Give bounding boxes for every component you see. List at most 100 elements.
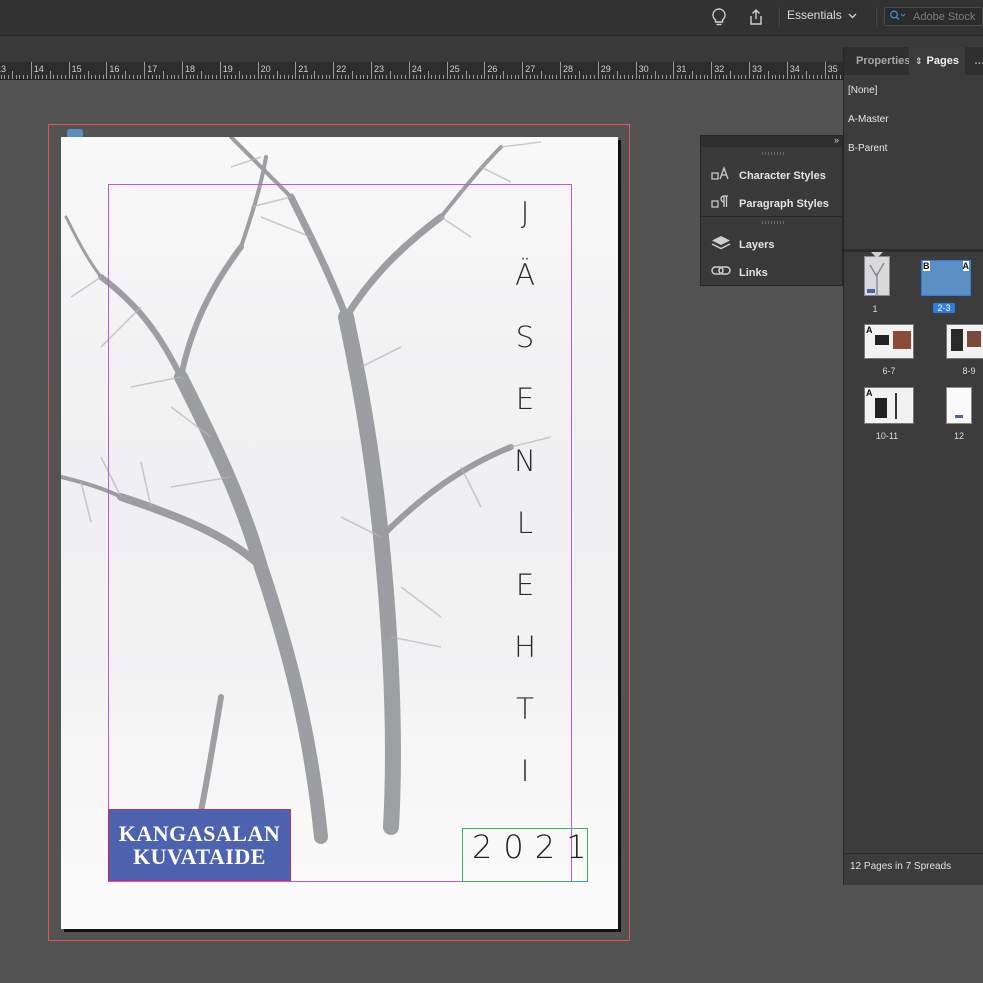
- ruler-number: 32: [714, 64, 725, 74]
- page-thumb-12[interactable]: [946, 387, 972, 424]
- ruler-minor-tick: [170, 75, 172, 79]
- ruler-minor-tick: [253, 75, 255, 79]
- share-icon[interactable]: [745, 6, 767, 28]
- ruler-minor-tick: [423, 75, 425, 79]
- drag-grip[interactable]: [762, 152, 784, 155]
- ruler-minor-tick: [193, 75, 195, 79]
- ruler-minor-tick: [442, 75, 444, 79]
- page-thumb-8-9[interactable]: [946, 324, 983, 359]
- ruler-minor-tick: [779, 75, 781, 79]
- pages-panel: Properties ⇕ Pages … [None] A-Master B-P…: [843, 47, 983, 885]
- title-letter: J: [520, 196, 530, 230]
- pages-count-status: 12 Pages in 7 Spreads: [850, 861, 952, 872]
- tab-pages[interactable]: ⇕ Pages: [909, 47, 965, 75]
- master-a[interactable]: A-Master: [848, 114, 889, 125]
- search-icon: [889, 10, 909, 24]
- ruler-tick: [257, 62, 259, 79]
- ruler-minor-tick: [121, 75, 123, 79]
- ruler-minor-tick: [835, 75, 837, 79]
- paragraph-styles-button[interactable]: Paragraph Styles: [711, 194, 829, 213]
- master-none[interactable]: [None]: [848, 85, 877, 96]
- ruler-minor-tick: [639, 75, 641, 79]
- layers-icon: [711, 235, 731, 254]
- ruler-minor-tick: [654, 71, 656, 79]
- tab-pages-label: Pages: [926, 55, 959, 67]
- ruler-minor-tick: [794, 75, 796, 79]
- ruler-minor-tick: [548, 75, 550, 79]
- page-label-10-11[interactable]: 10-11: [872, 431, 902, 441]
- ruler-minor-tick: [23, 75, 25, 79]
- ruler-minor-tick: [166, 75, 168, 79]
- document-page[interactable]: JÄSENLEHTI 2021 KANGASALAN KUVATAIDE: [61, 137, 618, 929]
- more-tabs-icon[interactable]: …: [974, 47, 983, 75]
- ruler-minor-tick: [416, 75, 418, 79]
- page-label-2-3[interactable]: 2-3: [933, 303, 955, 313]
- title-letter: E: [515, 568, 535, 602]
- page-label-1[interactable]: 1: [860, 304, 890, 314]
- links-button[interactable]: Links: [711, 263, 768, 282]
- dock-header[interactable]: »: [701, 135, 842, 147]
- thumb-content: [895, 393, 897, 419]
- ruler-number: 15: [71, 64, 82, 74]
- ruler-number: 24: [411, 64, 422, 74]
- ruler-minor-tick: [612, 75, 614, 79]
- ruler-number: 17: [147, 64, 158, 74]
- adobe-stock-search[interactable]: Adobe Stock: [884, 7, 983, 26]
- horizontal-ruler[interactable]: 13 14 15 16 17 18 19 20 21 22 23 24 25 26 27 28 29 30 31 32…: [0, 62, 843, 80]
- ruler-minor-tick: [680, 75, 682, 79]
- ruler-minor-tick: [488, 75, 490, 79]
- ruler-minor-tick: [688, 75, 690, 79]
- ruler-minor-tick: [669, 75, 671, 79]
- page-thumb-6-7[interactable]: A: [864, 324, 914, 359]
- ruler-minor-tick: [276, 71, 278, 79]
- ruler-tick: [446, 62, 448, 79]
- ruler-minor-tick: [34, 75, 36, 79]
- ruler-minor-tick: [745, 75, 747, 79]
- ruler-minor-tick: [242, 75, 244, 79]
- ruler-tick: [560, 62, 561, 79]
- search-placeholder: Adobe Stock: [913, 10, 976, 23]
- layers-button[interactable]: Layers: [711, 235, 774, 254]
- ruler-minor-tick: [147, 75, 149, 79]
- drag-grip[interactable]: [762, 221, 784, 224]
- thumb-content: [955, 415, 963, 418]
- ruler-minor-tick: [457, 75, 459, 79]
- ruler-minor-tick: [556, 75, 558, 79]
- ruler-minor-tick: [699, 75, 701, 79]
- ruler-number: 35: [827, 64, 838, 74]
- ruler-minor-tick: [714, 75, 716, 79]
- ruler-minor-tick: [382, 75, 384, 79]
- workspace-switcher[interactable]: Essentials: [787, 8, 857, 22]
- ruler-minor-tick: [412, 75, 414, 79]
- ruler-minor-tick: [767, 71, 769, 79]
- panel-divider[interactable]: [844, 249, 983, 252]
- ruler-minor-tick: [507, 75, 509, 79]
- ruler-number: 16: [109, 64, 120, 74]
- master-b[interactable]: B-Parent: [848, 143, 887, 154]
- vertical-title[interactable]: JÄSENLEHTI: [513, 195, 537, 815]
- page-label-12[interactable]: 12: [944, 431, 974, 441]
- page-label-6-7[interactable]: 6-7: [874, 366, 904, 376]
- ruler-minor-tick: [760, 75, 762, 79]
- lightbulb-icon[interactable]: [708, 6, 730, 28]
- kangasalan-kuvataide-logo[interactable]: KANGASALAN KUVATAIDE: [108, 809, 291, 881]
- ruler-minor-tick: [575, 75, 577, 79]
- year-text[interactable]: 2021: [472, 827, 597, 867]
- margin-guide: [108, 184, 572, 882]
- page-thumb-2-3[interactable]: B A: [921, 260, 971, 296]
- ruler-minor-tick: [386, 75, 388, 79]
- expand-panels-icon[interactable]: »: [834, 135, 839, 145]
- tab-properties[interactable]: Properties: [844, 47, 909, 75]
- ruler-minor-tick: [200, 71, 202, 79]
- panel-tabs: Properties ⇕ Pages …: [844, 47, 983, 75]
- page-label-8-9[interactable]: 8-9: [954, 366, 983, 376]
- ruler-minor-tick: [110, 75, 112, 79]
- links-label: Links: [739, 266, 768, 279]
- character-styles-button[interactable]: Character Styles: [711, 166, 826, 185]
- page-thumb-1[interactable]: [864, 256, 890, 296]
- ruler-minor-tick: [348, 75, 350, 79]
- page-thumb-10-11[interactable]: A: [864, 387, 914, 424]
- ruler-minor-tick: [11, 71, 13, 79]
- ruler-minor-tick: [27, 75, 29, 79]
- ruler-minor-tick: [514, 75, 516, 79]
